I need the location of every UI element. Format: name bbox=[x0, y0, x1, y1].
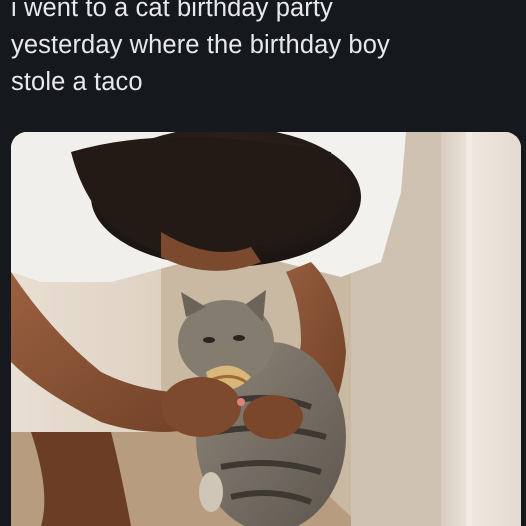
door-edge bbox=[466, 132, 472, 526]
tweet-media-video[interactable] bbox=[11, 132, 521, 526]
hand-right bbox=[243, 395, 303, 439]
cat-eye-right bbox=[233, 335, 245, 341]
hand-left bbox=[161, 377, 241, 437]
video-frame bbox=[11, 132, 521, 526]
cat-eye-left bbox=[203, 337, 215, 343]
door bbox=[441, 132, 521, 526]
cat-paw bbox=[199, 472, 223, 512]
fingernail bbox=[237, 398, 245, 406]
tweet-text: i went to a cat birthday party yesterday… bbox=[11, 0, 390, 96]
